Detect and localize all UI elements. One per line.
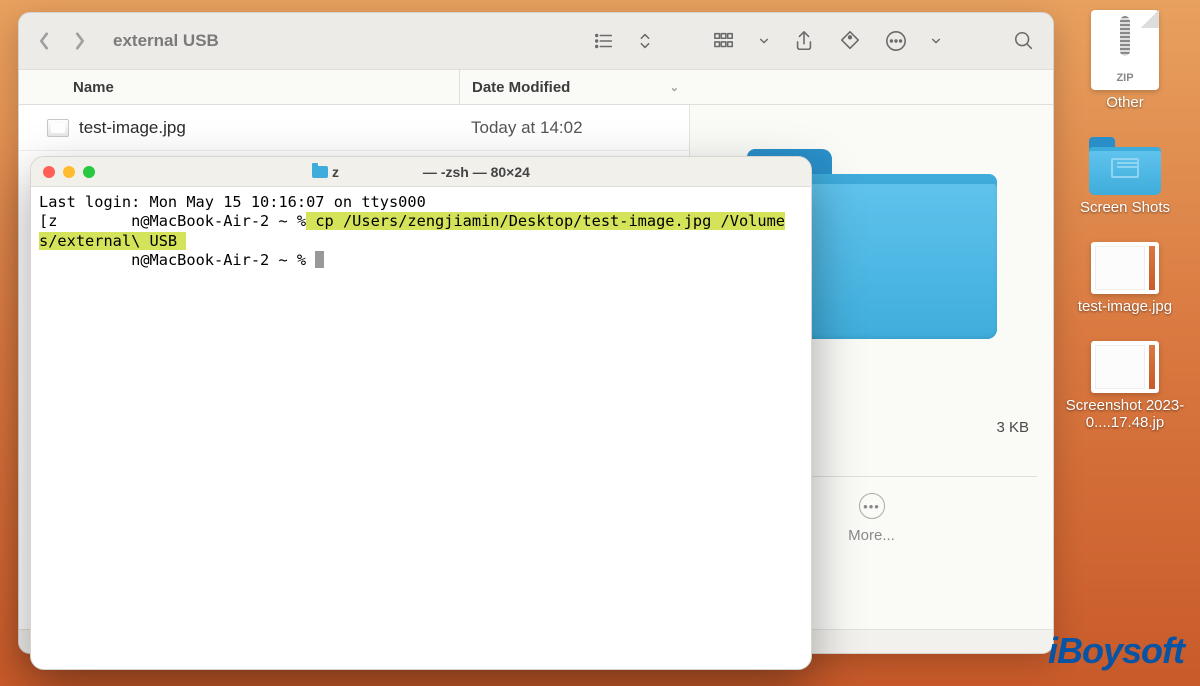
desktop-label: Screenshot 2023-0....17.48.jp [1060,397,1190,431]
desktop-label: Other [1106,94,1144,111]
zoom-button[interactable] [83,166,95,178]
ellipsis-icon: ••• [859,493,885,519]
terminal-cursor [315,251,324,268]
finder-toolbar: external USB [19,13,1053,69]
terminal-command-highlight: cp /Users/zengjiamin/Desktop/test-image.… [306,212,785,230]
terminal-titlebar[interactable]: z — -zsh — 80×24 [31,157,811,187]
desktop-label: test-image.jpg [1078,298,1172,315]
zip-icon: ZIP [1091,10,1159,90]
search-icon[interactable] [1013,30,1035,52]
group-chevron-icon[interactable] [759,30,769,52]
terminal-window: z — -zsh — 80×24 Last login: Mon May 15 … [30,156,812,670]
finder-title: external USB [113,31,219,51]
close-button[interactable] [43,166,55,178]
column-name-header[interactable]: Name [19,79,459,96]
desktop-item-image[interactable]: test-image.jpg [1078,242,1172,315]
column-date-label: Date Modified [472,79,570,96]
share-icon[interactable] [793,30,815,52]
desktop-label: Screen Shots [1080,199,1170,216]
terminal-title: z — -zsh — 80×24 [31,164,811,180]
file-date-label: Today at 14:02 [459,118,689,138]
desktop-icons: ZIP Other Screen Shots test-image.jpg Sc… [1060,10,1190,431]
file-name-label: test-image.jpg [79,118,186,138]
column-headers: Name Date Modified ⌄ [19,69,1053,105]
traffic-lights [43,166,95,178]
forward-button[interactable] [73,31,87,51]
desktop-item-folder[interactable]: Screen Shots [1080,137,1170,216]
terminal-command-highlight-2: s/external\ USB [39,232,186,250]
actions-chevron-icon[interactable] [931,30,941,52]
watermark-logo: iBoysoft [1048,630,1184,672]
terminal-prompt: n@MacBook-Air-2 ~ % [131,212,306,230]
folder-icon [1089,137,1161,195]
terminal-body[interactable]: Last login: Mon May 15 10:16:07 on ttys0… [31,187,811,277]
view-sort-icon[interactable] [639,30,651,52]
back-button[interactable] [37,31,51,51]
file-row[interactable]: test-image.jpg Today at 14:02 [19,105,689,151]
zip-ext-label: ZIP [1091,72,1159,84]
group-icon[interactable] [713,30,735,52]
tags-icon[interactable] [839,30,861,52]
column-date-header[interactable]: Date Modified ⌄ [459,70,689,104]
desktop-item-screenshot[interactable]: Screenshot 2023-0....17.48.jp [1060,341,1190,431]
minimize-button[interactable] [63,166,75,178]
image-file-icon [47,119,69,137]
sort-chevron-icon: ⌄ [670,81,679,94]
folder-mini-icon [312,166,328,178]
view-list-icon[interactable] [593,30,615,52]
terminal-prompt-2: n@MacBook-Air-2 ~ % [131,251,306,269]
actions-icon[interactable] [885,30,907,52]
image-thumb-icon [1091,242,1159,294]
desktop: external USB Name Date Modified [0,0,1200,686]
terminal-line-lastlogin: Last login: Mon May 15 10:16:07 on ttys0… [39,193,426,211]
desktop-item-zip[interactable]: ZIP Other [1091,10,1159,111]
nav-arrows [37,31,87,51]
image-thumb-icon [1091,341,1159,393]
